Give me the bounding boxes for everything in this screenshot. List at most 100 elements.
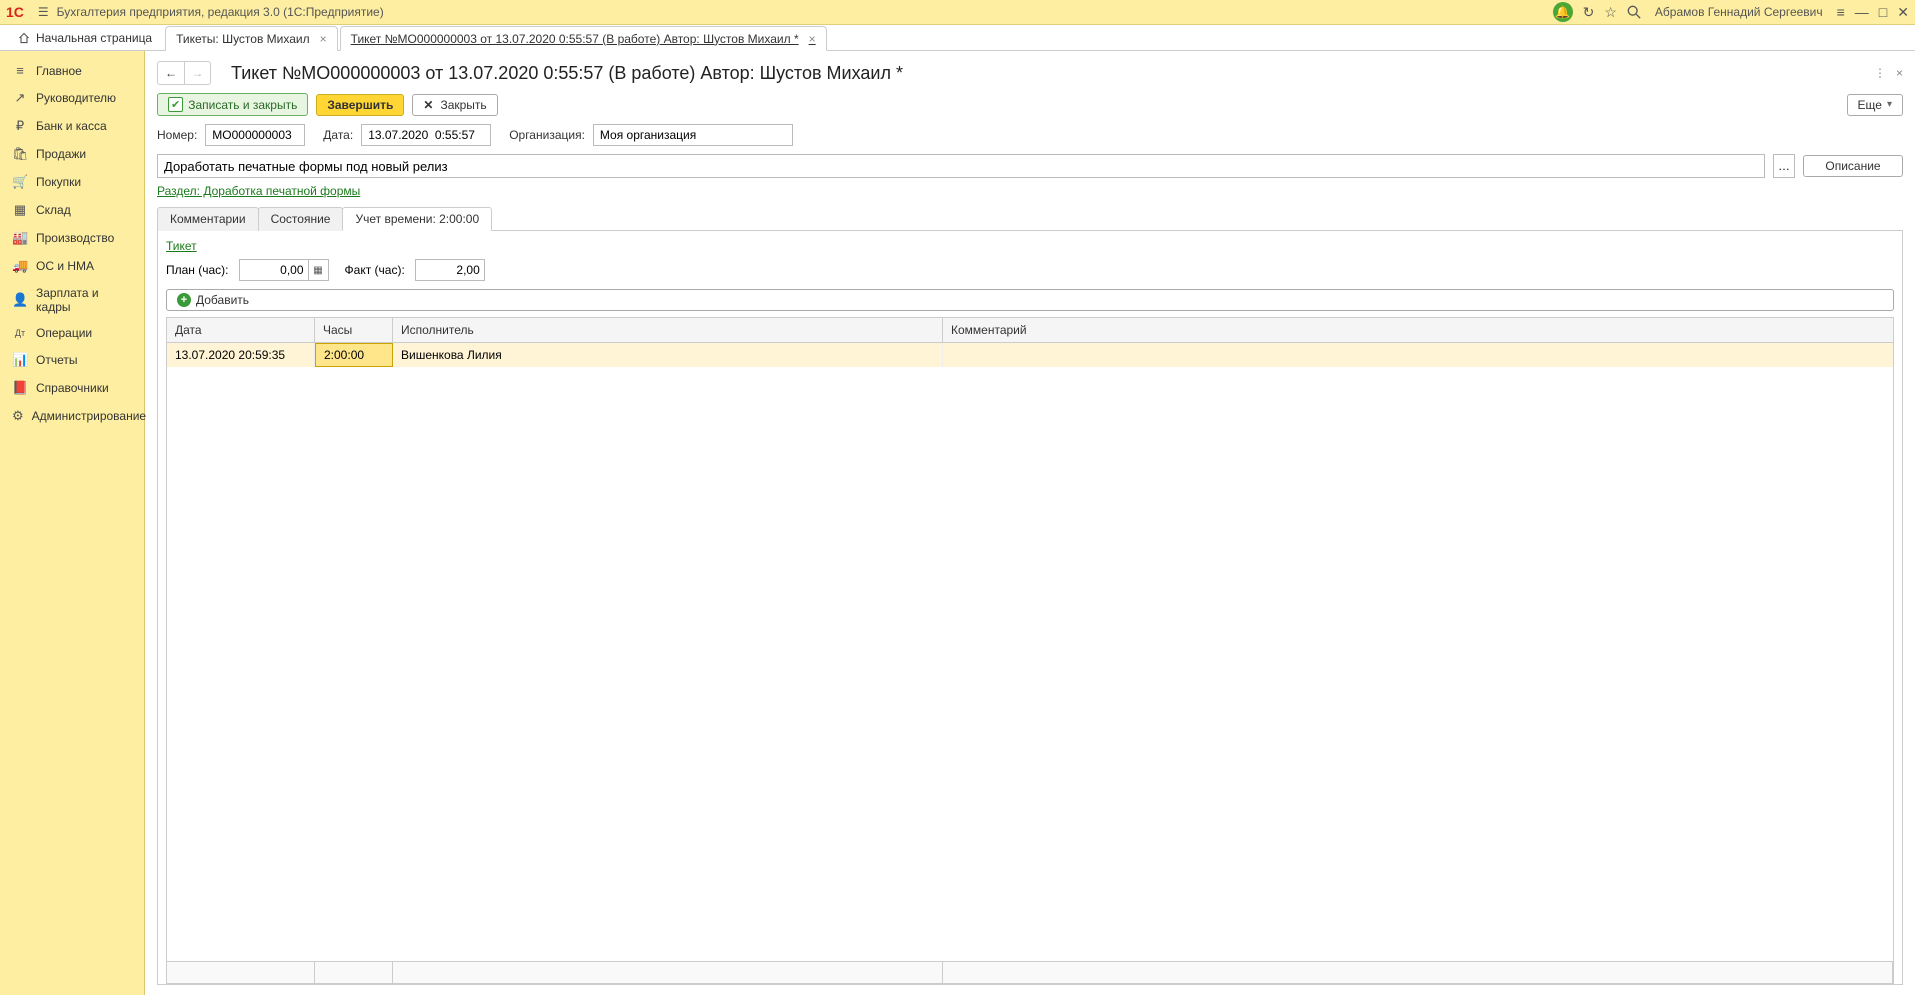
sidebar-item-hr[interactable]: 👤Зарплата и кадры xyxy=(0,280,144,320)
sidebar-item-purchases[interactable]: 🛒 Покупки xyxy=(0,168,144,196)
tab-tickets[interactable]: Тикеты: Шустов Михаил × xyxy=(165,26,338,51)
column-hours[interactable]: Часы xyxy=(315,318,393,342)
subject-row: … Описание xyxy=(145,154,1915,184)
save-close-button[interactable]: Записать и закрыть xyxy=(157,93,308,116)
form-row-main: Номер: Дата: Организация: xyxy=(145,124,1915,154)
column-executor[interactable]: Исполнитель xyxy=(393,318,943,342)
sidebar-item-warehouse[interactable]: ▦ Склад xyxy=(0,196,144,224)
sidebar-item-label: Покупки xyxy=(36,175,81,189)
chart-icon: 📊 xyxy=(12,352,28,368)
close-icon[interactable]: × xyxy=(320,32,327,46)
tab-status[interactable]: Состояние xyxy=(258,207,344,231)
date-label: Дата: xyxy=(323,128,353,142)
bag-icon: 🛍 xyxy=(12,146,28,162)
table-footer xyxy=(167,961,1893,983)
add-button[interactable]: Добавить xyxy=(166,289,1894,311)
cell-date[interactable]: 13.07.2020 20:59:35 xyxy=(167,343,315,367)
tab-content: Тикет План (час): ▦ Факт (час): Добавить… xyxy=(157,231,1903,985)
search-icon[interactable] xyxy=(1627,5,1641,19)
subject-field[interactable] xyxy=(157,154,1765,178)
ticket-link[interactable]: Тикет xyxy=(166,239,1894,253)
sidebar-item-assets[interactable]: 🚚 ОС и НМА xyxy=(0,252,144,280)
sidebar-item-directories[interactable]: 📕Справочники xyxy=(0,374,144,402)
sidebar-item-label: Банк и касса xyxy=(36,119,107,133)
sidebar-item-bank[interactable]: ₽Банк и касса xyxy=(0,112,144,140)
plan-input[interactable] xyxy=(239,259,309,281)
dt-icon: Дт xyxy=(12,328,28,338)
column-date[interactable]: Дата xyxy=(167,318,315,342)
sidebar-item-operations[interactable]: ДтОперации xyxy=(0,320,144,346)
star-icon[interactable]: ☆ xyxy=(1604,4,1617,21)
sidebar-item-production[interactable]: 🏭 Производство xyxy=(0,224,144,252)
window-tab-bar: Начальная страница Тикеты: Шустов Михаил… xyxy=(0,25,1915,51)
content-header: ← → Тикет №МО000000003 от 13.07.2020 0:5… xyxy=(145,51,1915,93)
plan-label: План (час): xyxy=(166,263,229,277)
table-header: Дата Часы Исполнитель Комментарий xyxy=(167,318,1893,343)
table-row[interactable]: 13.07.2020 20:59:35 2:00:00 Вишенкова Ли… xyxy=(167,343,1893,367)
sidebar-item-manager[interactable]: ↗ Руководителю xyxy=(0,84,144,112)
forward-button[interactable]: → xyxy=(184,62,210,84)
sidebar-item-reports[interactable]: 📊Отчеты xyxy=(0,346,144,374)
settings-icon[interactable]: ≡ xyxy=(1837,4,1845,20)
description-button[interactable]: Описание xyxy=(1803,155,1903,177)
number-field[interactable] xyxy=(205,124,305,146)
content: ← → Тикет №МО000000003 от 13.07.2020 0:5… xyxy=(145,51,1915,995)
kebab-icon[interactable]: ⋮ xyxy=(1874,66,1886,80)
sidebar-item-admin[interactable]: ⚙Администрирование xyxy=(0,402,144,430)
minimize-icon[interactable]: — xyxy=(1855,4,1869,20)
maximize-icon[interactable]: □ xyxy=(1879,4,1887,20)
tab-label: Тикеты: Шустов Михаил xyxy=(176,32,310,46)
cell-comment[interactable] xyxy=(943,343,1893,367)
history-icon[interactable]: ↻ xyxy=(1583,4,1595,21)
cart-icon: 🛒 xyxy=(12,174,28,190)
date-field[interactable] xyxy=(361,124,491,146)
tab-label: Тикет №МО000000003 от 13.07.2020 0:55:57… xyxy=(351,32,799,46)
time-entries-table: Дата Часы Исполнитель Комментарий 13.07.… xyxy=(166,317,1894,984)
topbar-right-icons: 🔔 ↻ ☆ Абрамов Геннадий Сергеевич ≡ — □ ✕ xyxy=(1553,2,1909,22)
sidebar-item-label: Руководителю xyxy=(36,91,116,105)
sidebar-item-label: Продажи xyxy=(36,147,86,161)
sidebar-item-label: Зарплата и кадры xyxy=(36,286,132,314)
sidebar: ≡ Главное ↗ Руководителю ₽Банк и касса 🛍 Пр… xyxy=(0,51,145,995)
home-tab[interactable]: Начальная страница xyxy=(6,25,165,50)
org-field[interactable] xyxy=(593,124,793,146)
complete-button[interactable]: Завершить xyxy=(316,94,404,116)
close-icon[interactable]: × xyxy=(809,32,816,46)
cell-hours[interactable]: 2:00:00 xyxy=(315,343,393,367)
tab-comments[interactable]: Комментарии xyxy=(157,207,259,231)
tab-ticket-detail[interactable]: Тикет №МО000000003 от 13.07.2020 0:55:57… xyxy=(340,26,827,51)
home-tab-label: Начальная страница xyxy=(36,31,152,45)
toolbar: Записать и закрыть Завершить Закрыть Еще xyxy=(145,93,1915,124)
close-button[interactable]: Закрыть xyxy=(412,94,497,116)
column-comment[interactable]: Комментарий xyxy=(943,318,1893,342)
calculator-icon[interactable]: ▦ xyxy=(309,259,329,281)
section-link[interactable]: Раздел: Доработка печатной формы xyxy=(145,184,1915,206)
close-panel-icon[interactable]: × xyxy=(1896,66,1903,80)
user-name[interactable]: Абрамов Геннадий Сергеевич xyxy=(1655,5,1823,19)
fact-input[interactable] xyxy=(415,259,485,281)
sidebar-item-sales[interactable]: 🛍 Продажи xyxy=(0,140,144,168)
app-top-bar: 1C ☰ Бухгалтерия предприятия, редакция 3… xyxy=(0,0,1915,25)
sidebar-item-label: ОС и НМА xyxy=(36,259,94,273)
more-button[interactable]: Еще xyxy=(1847,94,1903,116)
sidebar-item-label: Главное xyxy=(36,64,82,78)
bell-icon[interactable]: 🔔 xyxy=(1553,2,1573,22)
sidebar-item-label: Производство xyxy=(36,231,114,245)
close-window-icon[interactable]: ✕ xyxy=(1897,4,1909,21)
app-title: Бухгалтерия предприятия, редакция 3.0 (1… xyxy=(57,5,384,19)
nav-arrows: ← → xyxy=(157,61,211,85)
truck-icon: 🚚 xyxy=(12,258,28,274)
app-logo: 1C xyxy=(6,4,24,20)
list-icon: ≡ xyxy=(12,63,28,78)
tab-time-tracking[interactable]: Учет времени: 2:00:00 xyxy=(342,207,492,231)
sidebar-item-label: Склад xyxy=(36,203,71,217)
hamburger-icon[interactable]: ☰ xyxy=(38,5,49,19)
cell-executor[interactable]: Вишенкова Лилия xyxy=(393,343,943,367)
trend-icon: ↗ xyxy=(12,90,28,106)
grid-icon: ▦ xyxy=(12,202,28,218)
subject-lookup-button[interactable]: … xyxy=(1773,154,1795,178)
sidebar-item-main[interactable]: ≡ Главное xyxy=(0,57,144,84)
table-body[interactable]: 13.07.2020 20:59:35 2:00:00 Вишенкова Ли… xyxy=(167,343,1893,961)
factory-icon: 🏭 xyxy=(12,230,28,246)
back-button[interactable]: ← xyxy=(158,62,184,84)
